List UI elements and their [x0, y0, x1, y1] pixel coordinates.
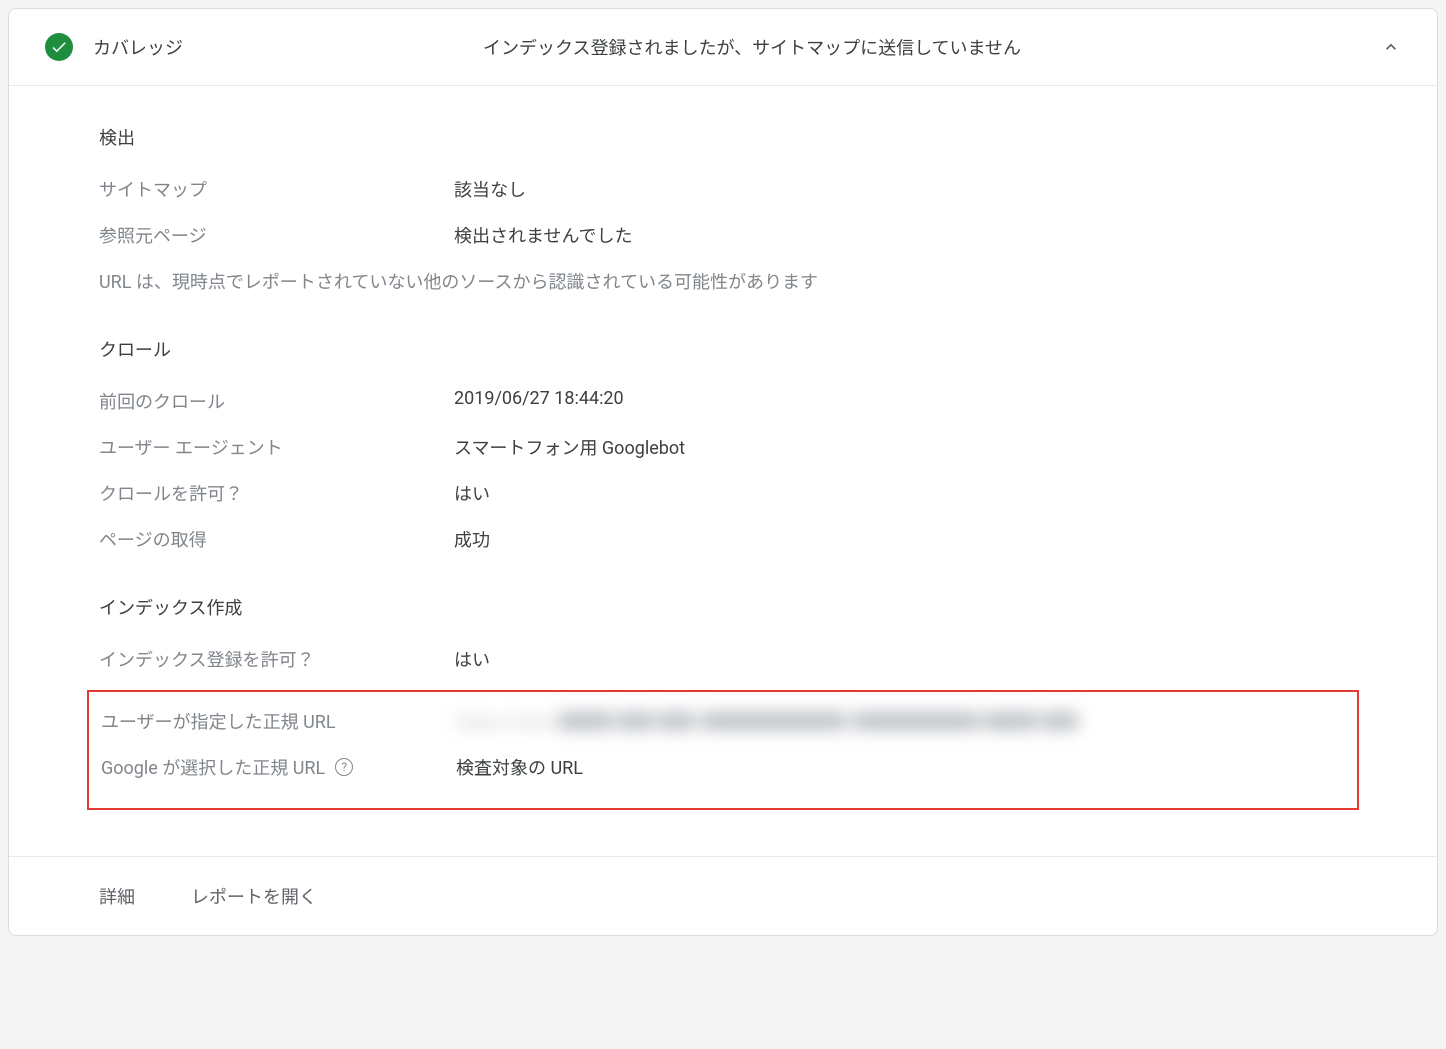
- row-value: はい: [454, 646, 1347, 672]
- row-label: ページの取得: [99, 526, 454, 552]
- row-label: ユーザー エージェント: [99, 434, 454, 460]
- section-heading-indexing: インデックス作成: [99, 594, 1347, 620]
- card-footer: 詳細 レポートを開く: [9, 856, 1437, 935]
- row-value: 成功: [454, 526, 1347, 552]
- row-value: 2019/06/27 18:44:20: [454, 388, 1347, 409]
- row-referrer: 参照元ページ 検出されませんでした: [99, 222, 1347, 248]
- section-heading-discovery: 検出: [99, 124, 1347, 150]
- row-crawl-allowed: クロールを許可？ はい: [99, 480, 1347, 506]
- row-value: スマートフォン用 Googlebot: [454, 434, 1347, 460]
- row-label: 前回のクロール: [99, 388, 454, 414]
- row-label: クロールを許可？: [99, 480, 454, 506]
- row-page-fetch: ページの取得 成功: [99, 526, 1347, 552]
- check-icon: [45, 33, 73, 61]
- row-label: ユーザーが指定した正規 URL: [101, 708, 456, 734]
- row-value: はい: [454, 480, 1347, 506]
- row-user-agent: ユーザー エージェント スマートフォン用 Googlebot: [99, 434, 1347, 460]
- header-title: カバレッジ: [93, 34, 183, 60]
- row-value: 該当なし: [454, 176, 1347, 202]
- discovery-note: URL は、現時点でレポートされていない他のソースから認識されている可能性があり…: [99, 268, 1347, 294]
- row-last-crawl: 前回のクロール 2019/06/27 18:44:20: [99, 388, 1347, 414]
- row-value: 検出されませんでした: [454, 222, 1347, 248]
- row-label: インデックス登録を許可？: [99, 646, 454, 672]
- row-value: 検査対象の URL: [456, 754, 1345, 780]
- details-link[interactable]: 詳細: [99, 883, 135, 909]
- row-google-canonical: Google が選択した正規 URL ? 検査対象の URL: [101, 754, 1345, 780]
- help-icon[interactable]: ?: [335, 758, 353, 776]
- row-user-canonical: ユーザーが指定した正規 URL https://www.███.██.██/██…: [101, 708, 1345, 734]
- open-report-link[interactable]: レポートを開く: [191, 883, 317, 909]
- chevron-up-icon[interactable]: [1381, 37, 1401, 57]
- header-status: インデックス登録されましたが、サイトマップに送信していません: [183, 34, 1321, 60]
- row-indexing-allowed: インデックス登録を許可？ はい: [99, 646, 1347, 672]
- highlight-box: ユーザーが指定した正規 URL https://www.███.██.██/██…: [87, 690, 1359, 810]
- card-body: 検出 サイトマップ 該当なし 参照元ページ 検出されませんでした URL は、現…: [9, 86, 1437, 820]
- card-header[interactable]: カバレッジ インデックス登録されましたが、サイトマップに送信していません: [9, 9, 1437, 86]
- row-label: 参照元ページ: [99, 222, 454, 248]
- row-value-blurred: https://www.███.██.██/████████/███████ █…: [456, 708, 1345, 734]
- row-sitemap: サイトマップ 該当なし: [99, 176, 1347, 202]
- row-label: サイトマップ: [99, 176, 454, 202]
- section-heading-crawl: クロール: [99, 336, 1347, 362]
- coverage-card: カバレッジ インデックス登録されましたが、サイトマップに送信していません 検出 …: [8, 8, 1438, 936]
- row-label: Google が選択した正規 URL ?: [101, 754, 456, 780]
